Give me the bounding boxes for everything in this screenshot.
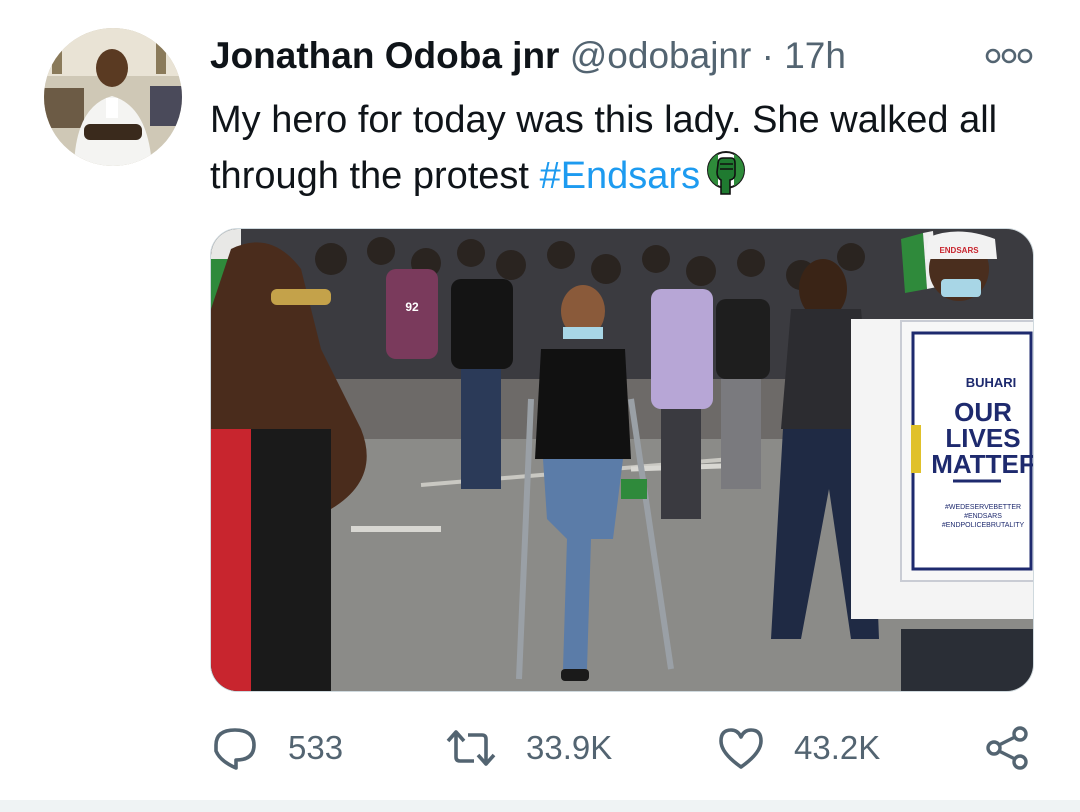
share-button[interactable] [984, 722, 1032, 774]
hashtag-link[interactable]: #Endsars [540, 155, 701, 197]
raised-fist-icon [706, 150, 746, 196]
like-button[interactable]: 43.2K [716, 722, 880, 774]
tweet-text: My hero for today was this lady. She wal… [210, 92, 1050, 204]
placard-tag-2: #ENDSARS [964, 513, 1002, 520]
protest-photo: BUHARI OUR LIVES MATTEF #WEDESERVEBETTER… [211, 229, 1034, 691]
display-name[interactable]: Jonathan Odoba jnr [210, 35, 559, 76]
avatar-photo [44, 28, 182, 166]
timestamp[interactable]: 17h [784, 35, 846, 76]
placard-tag-3: #ENDPOLICEBRUTALITY [942, 522, 1025, 529]
reply-count: 533 [288, 729, 344, 766]
retweet-button[interactable]: 33.9K [444, 722, 612, 774]
heart-icon [716, 725, 766, 771]
cap-text: ENDSARS [939, 246, 979, 255]
retweet-count: 33.9K [526, 729, 613, 766]
more-options-icon[interactable] [984, 46, 1034, 66]
tweet-card[interactable]: Jonathan Odoba jnr @odobajnr · 17h My he… [0, 0, 1080, 812]
username-handle[interactable]: @odobajnr [570, 35, 752, 76]
tweet-photo[interactable]: BUHARI OUR LIVES MATTEF #WEDESERVEBETTER… [210, 228, 1034, 692]
shirt-number: 92 [405, 300, 419, 314]
separator-dot: · [761, 35, 774, 76]
tweet-actions: 533 33.9K 43.2K [210, 722, 1040, 774]
divider [0, 800, 1080, 812]
tweet-header: Jonathan Odoba jnr @odobajnr · 17h [210, 34, 846, 78]
placard-line-3: MATTEF [931, 449, 1034, 479]
share-icon [984, 725, 1032, 771]
reply-button[interactable]: 533 [210, 722, 343, 774]
avatar[interactable] [44, 28, 182, 166]
reply-icon [210, 725, 260, 771]
placard-tag-1: #WEDESERVEBETTER [945, 504, 1021, 511]
like-count: 43.2K [794, 729, 881, 766]
placard-top-text: BUHARI [966, 375, 1017, 390]
retweet-icon [444, 725, 498, 771]
